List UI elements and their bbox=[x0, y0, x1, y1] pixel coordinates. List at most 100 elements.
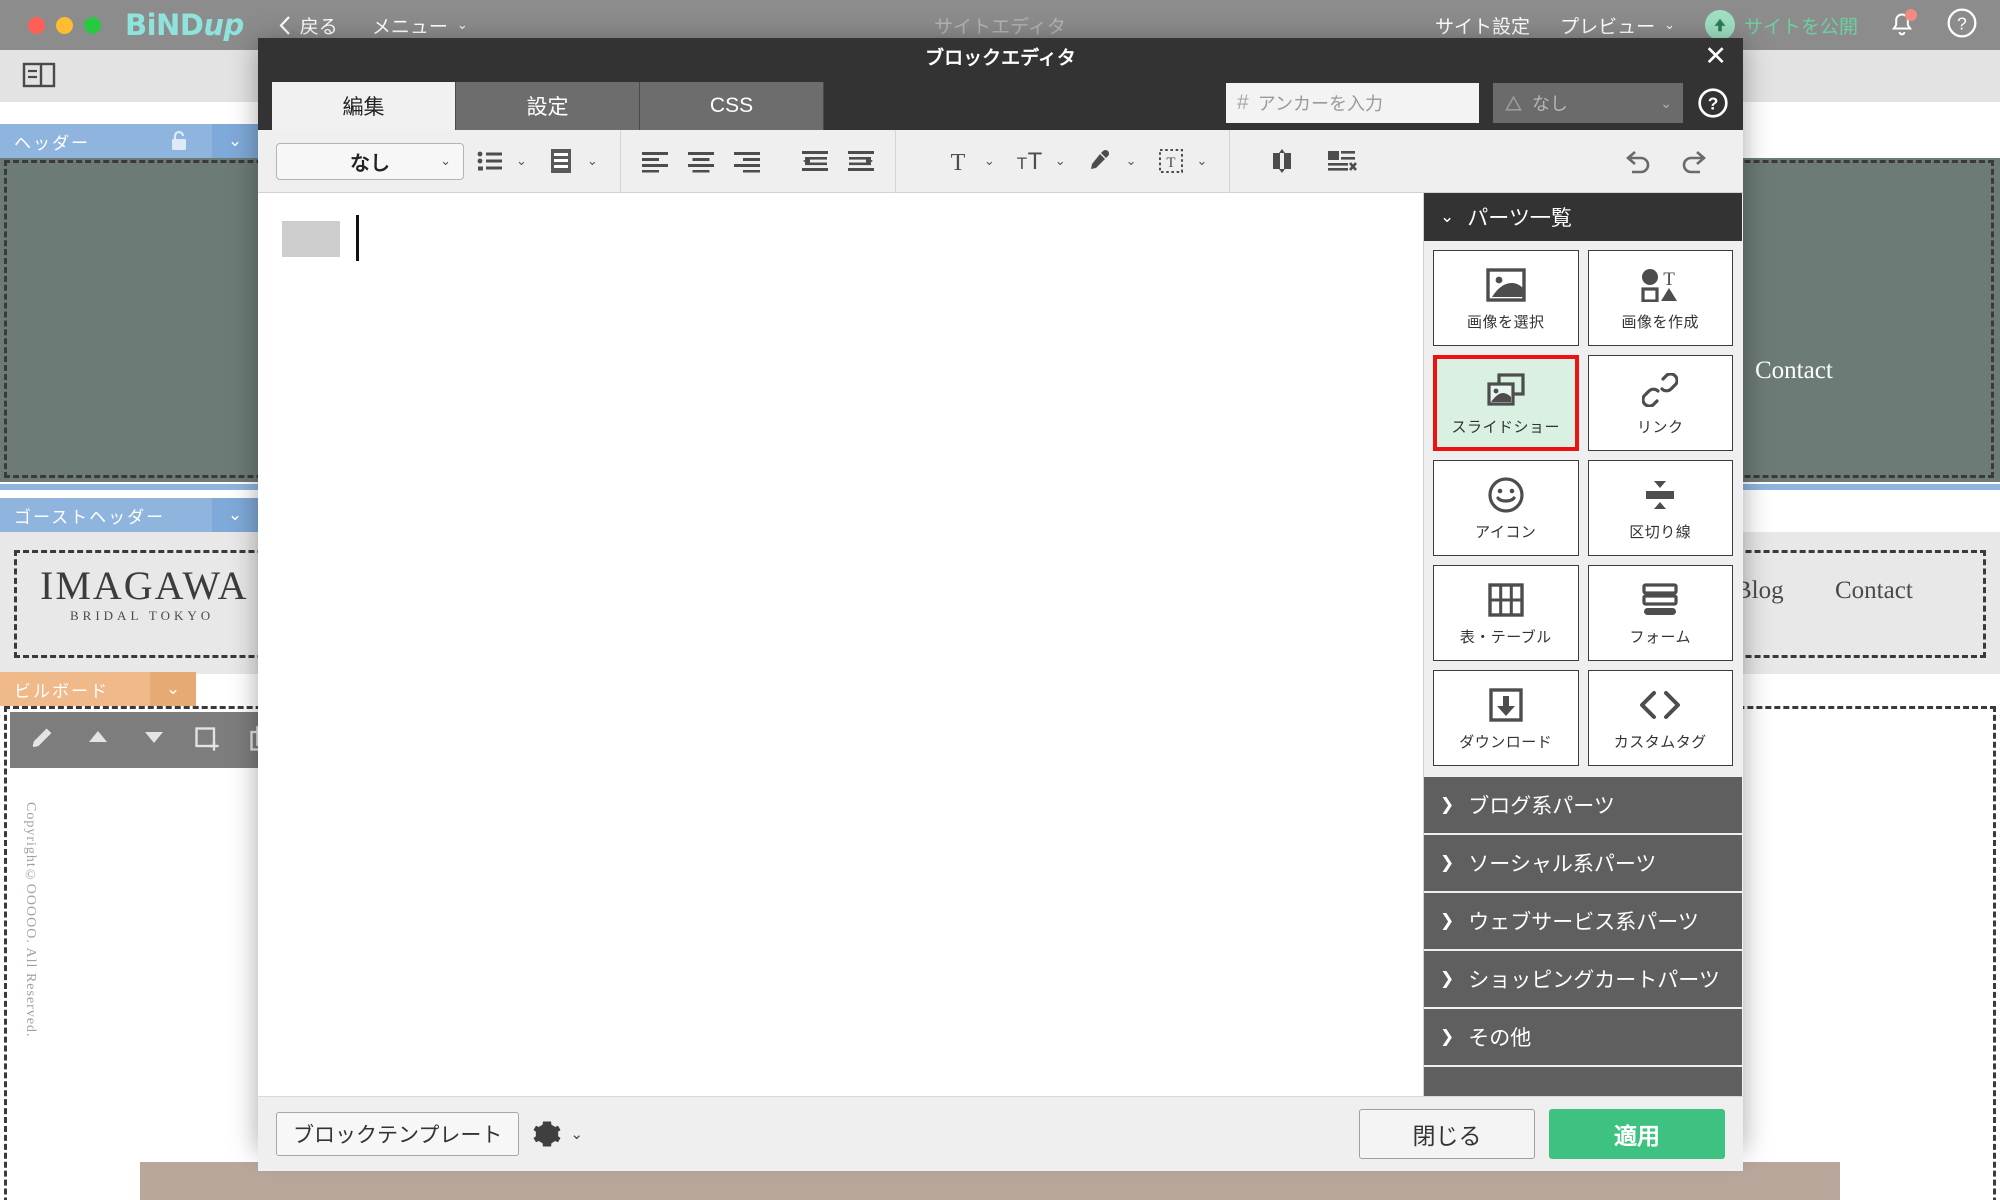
chevron-down-icon[interactable]: ⌄ bbox=[1197, 153, 1208, 169]
chevron-down-icon: ⌄ bbox=[456, 17, 468, 32]
part-tile-table[interactable]: 表・テーブル bbox=[1433, 565, 1579, 661]
part-tile-label: カスタムタグ bbox=[1613, 734, 1707, 751]
part-tile-custom-tag[interactable]: カスタムタグ bbox=[1587, 670, 1733, 766]
window-traffic-lights[interactable] bbox=[28, 16, 101, 34]
close-icon[interactable]: ✕ bbox=[1704, 41, 1727, 71]
chevron-down-icon[interactable]: ⌄ bbox=[984, 153, 995, 169]
apply-button[interactable]: 適用 bbox=[1549, 1109, 1725, 1159]
part-tile-create-image[interactable]: T 画像を作成 bbox=[1587, 250, 1733, 346]
placeholder-block[interactable] bbox=[282, 221, 340, 257]
accordion-social-parts[interactable]: ❯ ソーシャル系パーツ bbox=[1424, 835, 1742, 893]
part-tile-select-image[interactable]: 画像を選択 bbox=[1433, 250, 1579, 346]
paragraph-format-icon[interactable] bbox=[541, 141, 581, 181]
dialog-help-button[interactable]: ? bbox=[1697, 87, 1729, 119]
paragraph-style-select[interactable]: なし ⌄ bbox=[276, 142, 464, 180]
menu-button[interactable]: メニュー ⌄ bbox=[372, 12, 468, 39]
block-content-editor[interactable] bbox=[258, 193, 1424, 1096]
accordion-label: ショッピングカートパーツ bbox=[1468, 969, 1720, 992]
svg-text:T: T bbox=[1027, 148, 1042, 174]
chevron-down-icon[interactable]: ⌄ bbox=[150, 672, 196, 706]
chevron-down-icon[interactable]: ⌄ bbox=[570, 1125, 583, 1143]
section-label-billboard[interactable]: ビルボード ⌄ bbox=[0, 672, 196, 706]
lock-icon[interactable] bbox=[156, 124, 202, 158]
part-tile-divider[interactable]: 区切り線 bbox=[1587, 460, 1733, 556]
part-tile-link[interactable]: リンク bbox=[1587, 355, 1733, 451]
brand-italic: up bbox=[203, 8, 244, 42]
font-family-icon[interactable]: T bbox=[938, 141, 978, 181]
undo-icon[interactable] bbox=[1617, 141, 1657, 181]
part-tile-label: 画像を作成 bbox=[1621, 314, 1699, 331]
chevron-down-icon[interactable]: ⌄ bbox=[212, 124, 258, 158]
settings-menu[interactable]: ⌄ bbox=[532, 1119, 583, 1149]
chevron-right-icon: ❯ bbox=[1440, 1027, 1455, 1046]
accordion-label: その他 bbox=[1468, 1027, 1532, 1050]
text-background-icon[interactable]: T bbox=[1151, 141, 1191, 181]
publish-site-button[interactable]: サイトを公開 bbox=[1704, 10, 1858, 40]
clear-format-icon[interactable] bbox=[1322, 141, 1362, 181]
parts-panel-title: パーツ一覧 bbox=[1467, 207, 1572, 230]
anchor-placeholder: アンカーを入力 bbox=[1257, 94, 1383, 114]
part-tile-download[interactable]: ダウンロード bbox=[1433, 670, 1579, 766]
site-logo-sub: BRIDAL TOKYO bbox=[70, 608, 215, 623]
chevron-down-icon[interactable]: ⌄ bbox=[587, 153, 598, 169]
help-circle-icon: ? bbox=[1947, 8, 1977, 37]
layout-panel-icon[interactable] bbox=[22, 61, 56, 89]
part-tile-slideshow[interactable]: スライドショー bbox=[1433, 355, 1579, 451]
hero-nav-contact[interactable]: Contact bbox=[1755, 357, 1833, 385]
close-window-button[interactable] bbox=[28, 16, 45, 34]
accordion-blog-parts[interactable]: ❯ ブログ系パーツ bbox=[1424, 777, 1742, 835]
tab-css[interactable]: CSS bbox=[640, 82, 824, 130]
accordion-other-parts[interactable]: ❯ その他 bbox=[1424, 1009, 1742, 1067]
site-settings-button[interactable]: サイト設定 bbox=[1435, 12, 1530, 39]
canvas-copyright: Copyright©OOOOO. All Reserved. bbox=[23, 802, 38, 1038]
outdent-icon[interactable] bbox=[795, 141, 835, 181]
chevron-down-icon[interactable]: ⌄ bbox=[1055, 153, 1066, 169]
preview-button[interactable]: プレビュー ⌄ bbox=[1560, 12, 1675, 39]
chevron-right-icon: ❯ bbox=[1440, 969, 1455, 988]
preview-label: プレビュー bbox=[1560, 16, 1656, 38]
shape-select[interactable]: なし ⌄ bbox=[1493, 83, 1683, 123]
accordion-cart-parts[interactable]: ❯ ショッピングカートパーツ bbox=[1424, 951, 1742, 1009]
minimize-window-button[interactable] bbox=[56, 16, 73, 34]
text-color-eyedropper-icon[interactable] bbox=[1080, 141, 1120, 181]
maximize-window-button[interactable] bbox=[84, 16, 101, 34]
ghost-nav-contact[interactable]: Contact bbox=[1835, 577, 1913, 605]
align-center-icon[interactable] bbox=[681, 141, 721, 181]
close-button[interactable]: 閉じる bbox=[1359, 1109, 1535, 1159]
gear-icon[interactable] bbox=[532, 1119, 562, 1149]
indent-icon[interactable] bbox=[841, 141, 881, 181]
chevron-down-icon[interactable]: ⌄ bbox=[212, 498, 258, 532]
code-brackets-icon bbox=[1639, 684, 1681, 726]
section-label-ghost-header[interactable]: ゴーストヘッダー ⌄ bbox=[0, 498, 258, 532]
chevron-down-icon[interactable]: ⌄ bbox=[1126, 153, 1137, 169]
accordion-webservice-parts[interactable]: ❯ ウェブサービス系パーツ bbox=[1424, 893, 1742, 951]
add-block-icon[interactable] bbox=[193, 725, 222, 755]
part-tile-icon[interactable]: アイコン bbox=[1433, 460, 1579, 556]
notifications-button[interactable] bbox=[1888, 9, 1917, 39]
svg-text:T: T bbox=[1166, 155, 1175, 171]
section-label-header[interactable]: ヘッダー ⌄ bbox=[0, 124, 258, 158]
align-right-icon[interactable] bbox=[727, 141, 767, 181]
block-template-button[interactable]: ブロックテンプレート bbox=[276, 1112, 520, 1156]
move-down-icon[interactable] bbox=[140, 725, 170, 755]
block-template-label: ブロックテンプレート bbox=[293, 1124, 503, 1147]
vertical-align-icon[interactable] bbox=[1262, 141, 1302, 181]
help-button[interactable]: ? bbox=[1946, 7, 1978, 44]
footer-actions: 閉じる 適用 bbox=[1359, 1109, 1725, 1159]
move-up-icon[interactable] bbox=[84, 725, 114, 755]
block-editor-dialog: ブロックエディタ ✕ 編集 設定 CSS # アンカーを入力 なし ⌄ ? なし… bbox=[258, 38, 1743, 1171]
edit-pencil-icon[interactable] bbox=[28, 725, 58, 755]
bulleted-list-icon[interactable] bbox=[470, 141, 510, 181]
align-left-icon[interactable] bbox=[635, 141, 675, 181]
parts-panel-header[interactable]: ⌄ パーツ一覧 bbox=[1424, 193, 1742, 241]
chevron-down-icon[interactable]: ⌄ bbox=[516, 153, 527, 169]
dialog-body: ⌄ パーツ一覧 画像を選択 T 画像を作成 スライドショー リンク アイコン 区… bbox=[258, 193, 1743, 1096]
smiley-face-icon bbox=[1487, 474, 1525, 516]
back-button[interactable]: 戻る bbox=[278, 12, 338, 39]
tab-settings[interactable]: 設定 bbox=[456, 82, 640, 130]
redo-icon[interactable] bbox=[1675, 141, 1715, 181]
part-tile-form[interactable]: フォーム bbox=[1587, 565, 1733, 661]
font-size-icon[interactable]: TT bbox=[1009, 141, 1049, 181]
tab-edit[interactable]: 編集 bbox=[272, 82, 456, 130]
anchor-input[interactable]: # アンカーを入力 bbox=[1226, 83, 1479, 123]
